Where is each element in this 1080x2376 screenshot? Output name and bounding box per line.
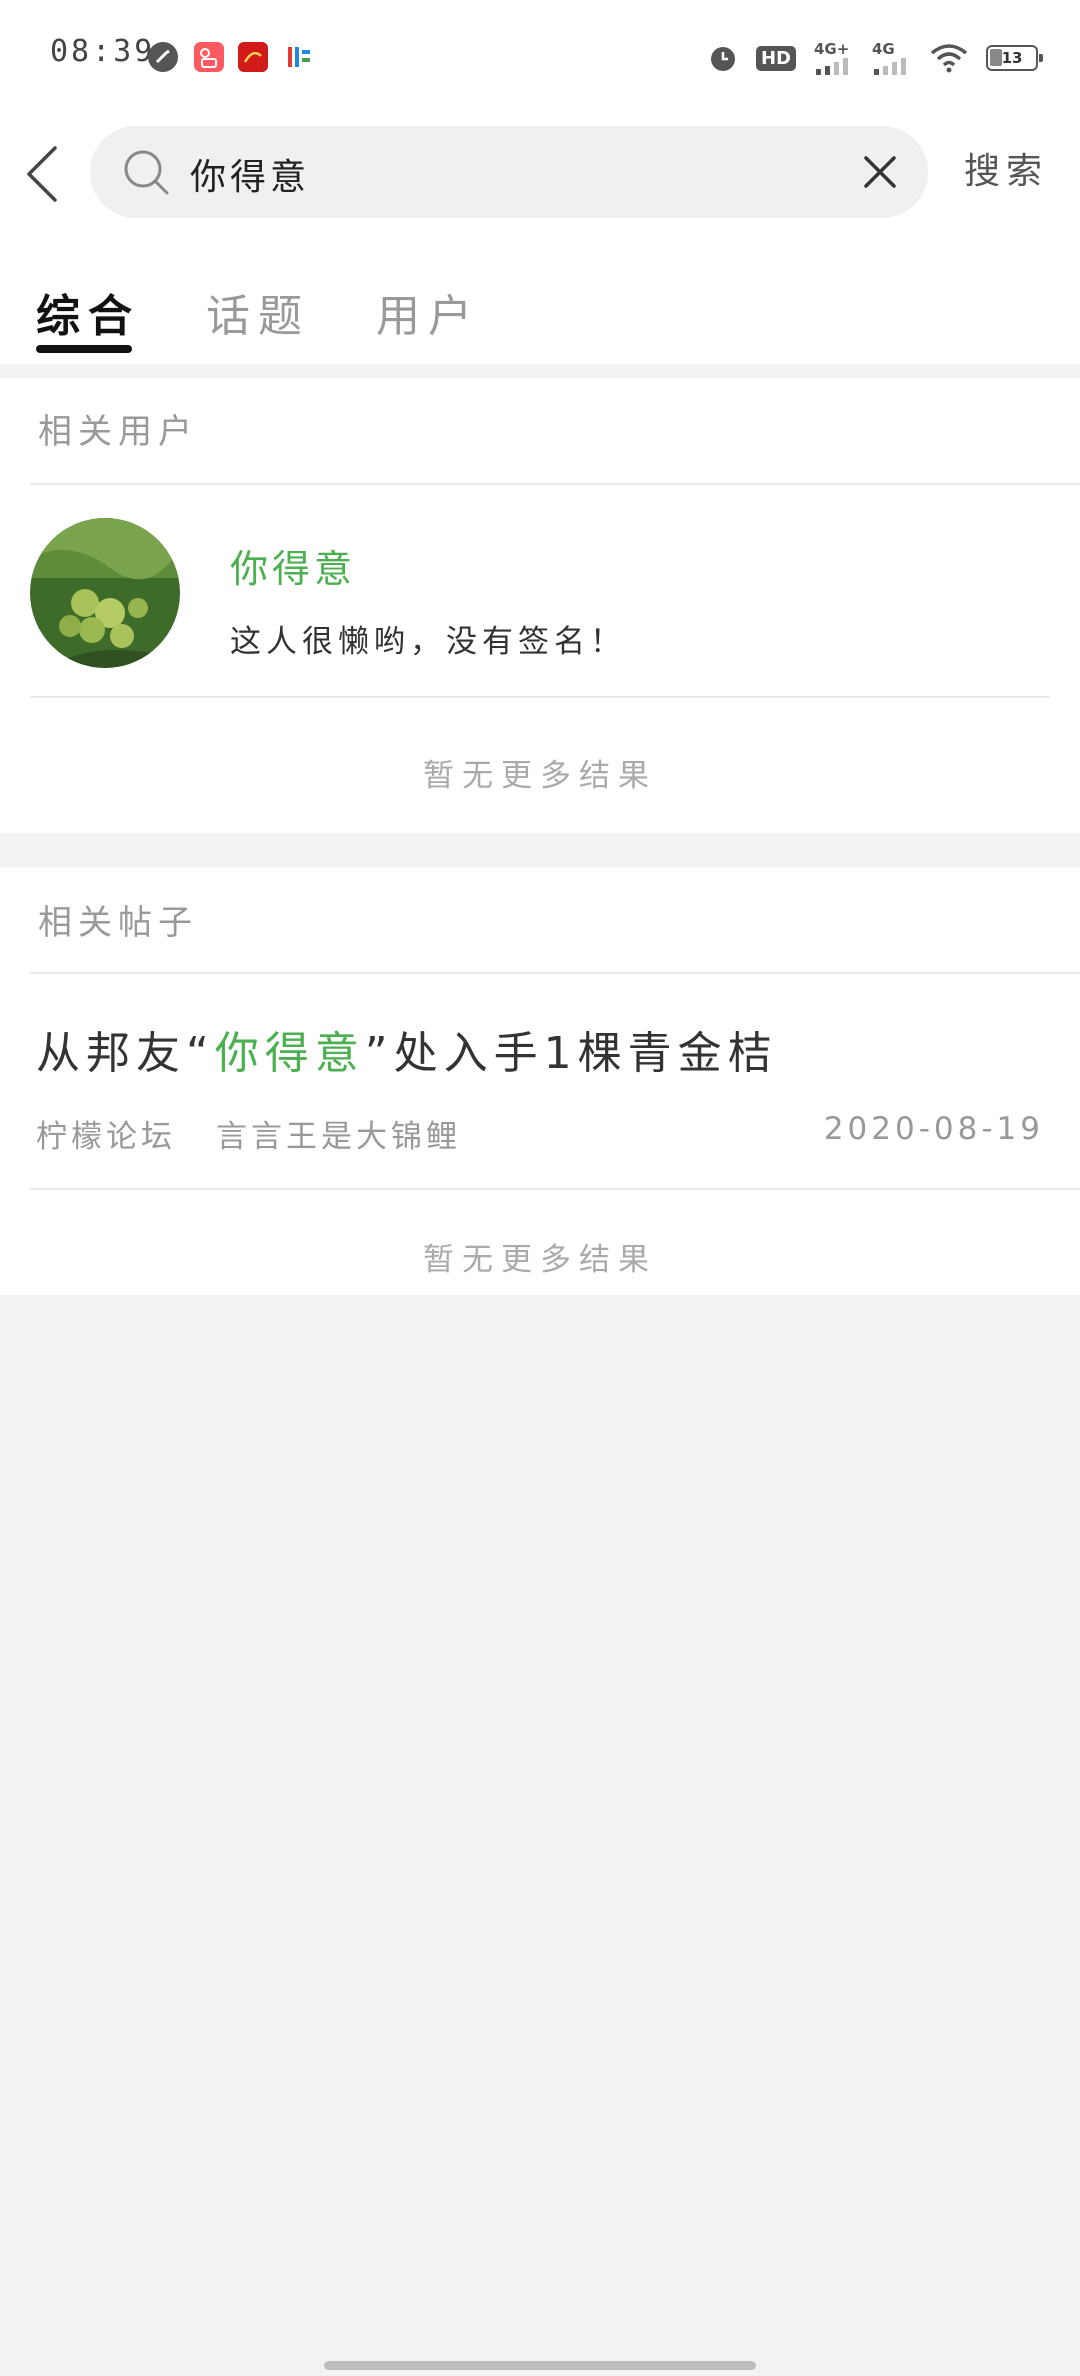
alarm-icon [708, 43, 738, 73]
app-icon [284, 42, 314, 72]
status-time: 08:39 [50, 34, 156, 69]
related-posts-title: 相关帖子 [38, 903, 198, 943]
post-meta: 柠檬论坛 言言王是大锦鲤 [36, 1111, 461, 1156]
search-header: 你得意 搜索 [0, 110, 1080, 240]
wifi-icon [930, 43, 968, 73]
no-more-results: 暂无更多结果 [423, 758, 657, 794]
no-more-results: 暂无更多结果 [423, 1242, 657, 1278]
tab-bar: 综合 话题 用户 [0, 240, 1080, 364]
net2-label: 4G [872, 39, 895, 58]
search-icon [124, 150, 169, 195]
post-title-prefix: 从邦友 [36, 1028, 186, 1079]
user-name[interactable]: 你得意 [230, 538, 356, 593]
post-title-open-quote: “ [186, 1028, 215, 1079]
status-bar: 08:39 HD 4G+ 4G 13 [0, 0, 1080, 110]
tab-comprehensive[interactable]: 综合 [36, 280, 140, 344]
divider [30, 972, 1080, 974]
search-input[interactable]: 你得意 [90, 126, 928, 218]
status-right-group: HD 4G+ 4G 13 [708, 38, 1043, 78]
back-arrow-icon [27, 146, 57, 202]
browser-icon [148, 42, 178, 72]
close-icon [864, 156, 896, 188]
post-title-suffix: 处入手1棵青金桔 [393, 1028, 778, 1079]
back-button[interactable] [14, 136, 68, 212]
signal-4gplus-icon: 4G+ [814, 39, 854, 75]
related-users-section: 相关用户 你得意 这人很懒哟，没有签名！ 暂无更多结果 [0, 378, 1080, 833]
avatar-image [30, 518, 180, 668]
home-indicator[interactable] [324, 2361, 756, 2370]
post-date: 2020-08-19 [823, 1111, 1044, 1147]
active-tab-indicator [36, 345, 132, 353]
divider [30, 696, 1050, 698]
post-title[interactable]: 从邦友“你得意”处入手1棵青金桔 [36, 1017, 778, 1081]
post-author[interactable]: 言言王是大锦鲤 [216, 1119, 461, 1155]
hd-icon: HD [755, 45, 796, 71]
battery-level: 13 [1001, 49, 1023, 67]
tab-users[interactable]: 用户 [376, 280, 480, 344]
battery-icon: 13 [986, 45, 1043, 71]
tab-topics[interactable]: 话题 [206, 280, 310, 344]
search-query[interactable]: 你得意 [190, 148, 310, 200]
divider [30, 1188, 1080, 1190]
related-users-title: 相关用户 [38, 412, 198, 452]
clear-button[interactable] [854, 146, 906, 198]
related-posts-section: 相关帖子 从邦友“你得意”处入手1棵青金桔 柠檬论坛 言言王是大锦鲤 2020-0… [0, 867, 1080, 1295]
avatar[interactable] [30, 518, 180, 668]
post-title-highlight: 你得意 [214, 1028, 365, 1079]
user-signature: 这人很懒哟，没有签名！ [230, 624, 626, 660]
post-title-close-quote: ” [364, 1028, 394, 1079]
search-button[interactable]: 搜索 [964, 142, 1048, 194]
kuaishou-icon [194, 42, 224, 72]
post-forum[interactable]: 柠檬论坛 [36, 1119, 176, 1155]
divider [30, 483, 1080, 485]
xuexi-icon [238, 42, 268, 72]
net1-label: 4G+ [814, 39, 850, 58]
signal-4g-icon: 4G [872, 39, 912, 75]
